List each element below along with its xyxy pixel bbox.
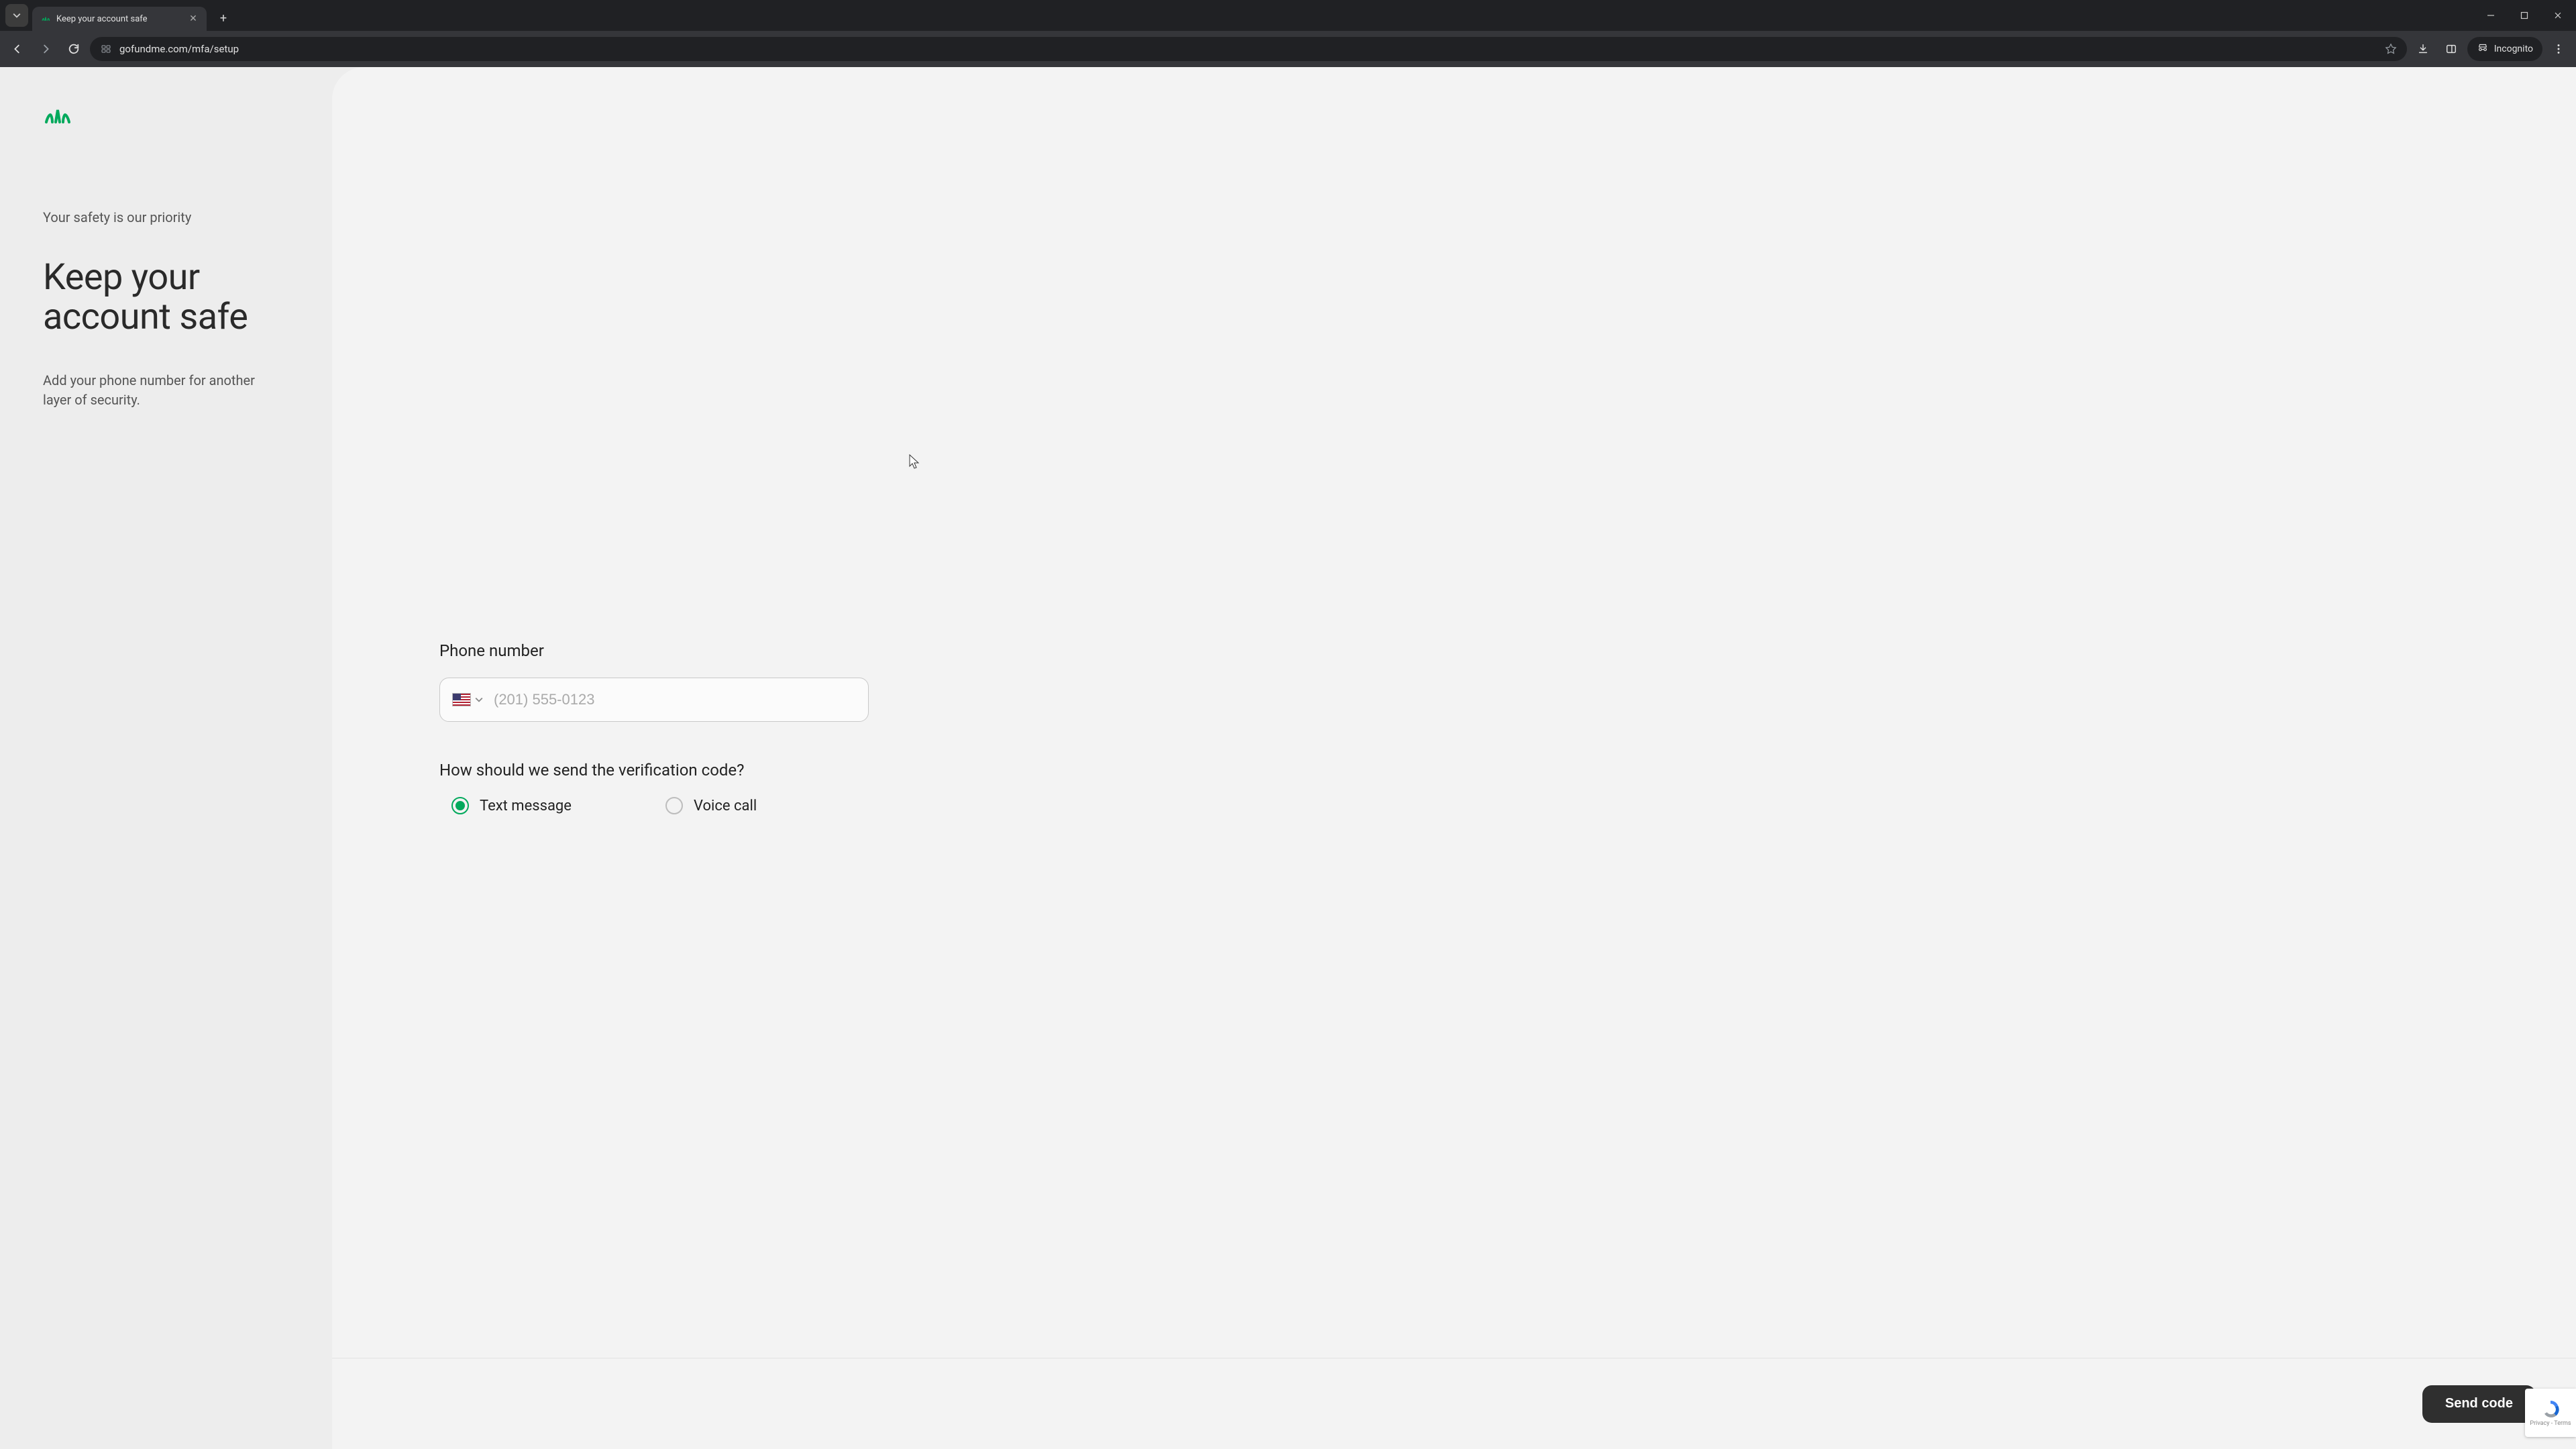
window-minimize-button[interactable] (2475, 4, 2506, 27)
address-bar[interactable]: gofundme.com/mfa/setup (90, 37, 2407, 61)
new-tab-button[interactable]: + (213, 8, 233, 28)
incognito-icon (2477, 42, 2489, 56)
phone-number-input[interactable] (494, 691, 856, 708)
side-panel-button[interactable] (2439, 37, 2463, 61)
flag-us-icon (452, 693, 471, 706)
page-subtext: Add your phone number for another layer … (43, 371, 284, 410)
radio-circle-icon (665, 797, 683, 814)
tab-close-button[interactable]: ✕ (188, 13, 199, 24)
downloads-button[interactable] (2411, 37, 2435, 61)
back-button[interactable] (5, 37, 30, 61)
page-viewport: Your safety is our priority Keep your ac… (0, 67, 2576, 1449)
site-info-icon[interactable] (99, 42, 113, 56)
tab-favicon-icon (40, 13, 51, 24)
window-maximize-button[interactable] (2509, 4, 2540, 27)
verify-method-label: How should we send the verification code… (439, 761, 2529, 780)
page-title: Keep your account safe (43, 258, 292, 337)
radio-circle-icon (451, 797, 469, 814)
incognito-label: Incognito (2494, 44, 2533, 54)
recaptcha-links: Privacy - Terms (2530, 1420, 2571, 1427)
browser-tab[interactable]: Keep your account safe ✕ (32, 7, 207, 31)
footer-bar: Send code (332, 1358, 2576, 1449)
window-close-button[interactable] (2542, 4, 2573, 27)
browser-toolbar: gofundme.com/mfa/setup Incognito (0, 31, 2576, 67)
incognito-indicator[interactable]: Incognito (2467, 37, 2542, 61)
phone-input-group (439, 678, 869, 722)
radio-voice-call[interactable]: Voice call (665, 797, 757, 814)
radio-label: Text message (480, 798, 572, 814)
recaptcha-icon (2540, 1399, 2561, 1419)
url-text: gofundme.com/mfa/setup (119, 43, 2377, 55)
brand-logo-icon (43, 107, 292, 129)
chevron-down-icon (13, 11, 21, 19)
tab-title: Keep your account safe (56, 14, 182, 24)
kicker-text: Your safety is our priority (43, 209, 292, 225)
browser-menu-button[interactable] (2546, 37, 2571, 61)
radio-text-message[interactable]: Text message (451, 797, 572, 814)
phone-label: Phone number (439, 641, 2529, 660)
reload-button[interactable] (62, 37, 86, 61)
forward-button[interactable] (34, 37, 58, 61)
tab-strip: Keep your account safe ✕ + (0, 0, 2576, 31)
left-pane: Your safety is our priority Keep your ac… (0, 67, 332, 1449)
country-code-select[interactable] (452, 693, 487, 706)
radio-label: Voice call (694, 798, 757, 814)
tab-search-button[interactable] (5, 4, 28, 27)
recaptcha-badge[interactable]: Privacy - Terms (2525, 1389, 2576, 1437)
verification-method-group: Text message Voice call (439, 797, 2529, 814)
bookmark-star-icon[interactable] (2384, 42, 2398, 56)
chevron-down-icon (475, 696, 483, 704)
right-pane: Phone number How should we send the veri… (332, 67, 2576, 1449)
send-code-button[interactable]: Send code (2422, 1385, 2536, 1423)
